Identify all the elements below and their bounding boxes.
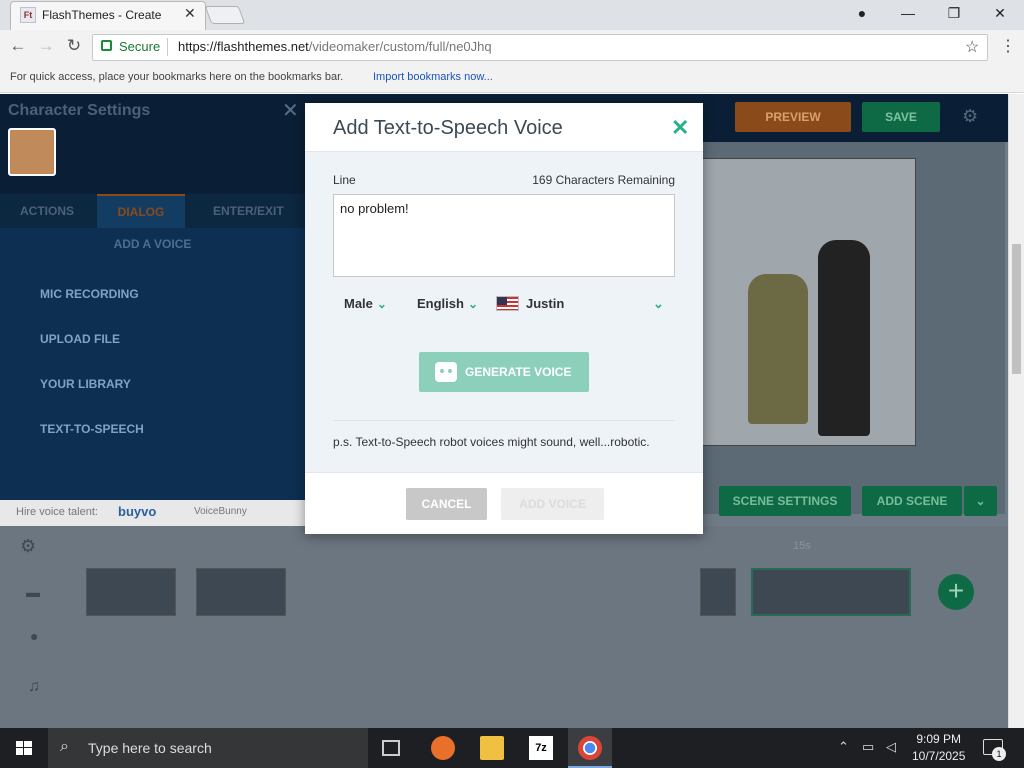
video-track-icon: ▬ [26, 584, 40, 600]
characters-remaining: 169 Characters Remaining [532, 173, 675, 187]
close-window-button[interactable]: ✕ [990, 5, 1010, 22]
add-voice-button[interactable]: ADD VOICE [501, 488, 604, 520]
avatar [8, 128, 56, 176]
firefox-icon[interactable] [431, 736, 455, 760]
cancel-button[interactable]: CANCEL [406, 488, 487, 520]
divider [167, 38, 168, 56]
start-button[interactable] [0, 728, 48, 768]
back-icon[interactable]: ← [8, 36, 28, 56]
windows-icon [16, 741, 32, 755]
gender-value: Male [344, 296, 373, 311]
7zip-icon[interactable]: 7z [529, 736, 553, 760]
scene-thumbnail-selected[interactable] [751, 568, 911, 616]
url-text[interactable]: https://flashthemes.net/videomaker/custo… [178, 39, 492, 54]
network-icon[interactable]: ▭ [862, 739, 874, 755]
preview-button[interactable]: PREVIEW [735, 102, 851, 132]
menu-icon[interactable]: ⋮ [1000, 36, 1016, 56]
bookmarks-hint: For quick access, place your bookmarks h… [10, 71, 344, 83]
tts-modal: Add Text-to-Speech Voice ✕ Line 169 Char… [305, 103, 703, 534]
line-label: Line [333, 173, 356, 187]
tab-title: FlashThemes - Create [42, 8, 162, 22]
add-voice-heading: ADD A VOICE [113, 237, 192, 251]
time: 9:09 PM [916, 732, 962, 746]
search-icon: ⌕ [60, 738, 69, 755]
tab-dialog[interactable]: DIALOG [97, 194, 185, 228]
line-textarea[interactable]: no problem! [333, 194, 675, 277]
reload-icon[interactable]: ↻ [64, 36, 84, 56]
panel-close-icon[interactable]: ✕ [282, 98, 299, 123]
scrollbar-thumb[interactable] [1012, 244, 1021, 374]
scene-thumbnail[interactable] [700, 568, 736, 616]
modal-header: Add Text-to-Speech Voice ✕ [305, 103, 703, 152]
chevron-up-icon[interactable]: ⌃ [838, 739, 849, 755]
partner-voicebunny[interactable]: VoiceBunny [194, 506, 247, 517]
secure-label: Secure [119, 39, 161, 54]
modal-footer: CANCEL ADD VOICE [305, 472, 703, 534]
new-tab-button[interactable] [204, 6, 246, 24]
scene-thumbnail[interactable] [86, 568, 176, 616]
notification-count: 1 [992, 747, 1006, 761]
save-button[interactable]: SAVE [862, 102, 940, 132]
date: 10/7/2025 [912, 749, 966, 763]
minimize-button[interactable]: — [898, 5, 918, 21]
chrome-icon[interactable] [578, 736, 602, 760]
volume-muted-icon[interactable]: ◁ [886, 739, 896, 755]
tab-close-icon[interactable]: ✕ [184, 5, 196, 22]
modal-title: Add Text-to-Speech Voice [333, 117, 563, 139]
profile-icon[interactable]: ● [852, 5, 872, 21]
partner-buyvo[interactable]: buyvo [118, 504, 156, 519]
timeline-gear-icon[interactable]: ⚙ [20, 536, 36, 557]
search-placeholder: Type here to search [88, 740, 212, 756]
us-flag-icon [496, 296, 519, 311]
panel-title: Character Settings [8, 102, 151, 119]
voice-select-value[interactable]: Justin [526, 296, 564, 311]
url-path: /videomaker/custom/full/ne0Jhq [308, 39, 492, 54]
character-settings-panel: Character Settings ✕ ACTIONS DIALOG ENTE… [0, 94, 305, 526]
tab-actions[interactable]: ACTIONS [20, 204, 74, 218]
scene-settings-button[interactable]: SCENE SETTINGS [719, 486, 851, 516]
page-scrollbar[interactable] [1008, 94, 1024, 728]
modal-close-icon[interactable]: ✕ [671, 115, 689, 141]
bookmark-star-icon[interactable]: ☆ [965, 37, 979, 57]
mic-track-icon: ● [30, 628, 39, 644]
task-view-icon[interactable] [382, 740, 400, 756]
character-suit[interactable] [818, 240, 870, 436]
robot-icon [435, 362, 457, 382]
timeline-marker: 15s [793, 540, 811, 552]
chevron-down-icon: ⌄ [376, 297, 387, 311]
voice-dropdown-chevron-icon[interactable]: ⌄ [653, 296, 664, 312]
lock-icon [101, 40, 112, 51]
scene-thumbnail[interactable] [196, 568, 286, 616]
voice-option-library[interactable]: YOUR LIBRARY [40, 377, 131, 391]
tab-enter-exit[interactable]: ENTER/EXIT [213, 204, 284, 218]
add-scene-dropdown-icon[interactable]: ⌄ [964, 486, 997, 516]
maximize-button[interactable]: ❐ [944, 5, 964, 22]
chevron-down-icon: ⌄ [467, 297, 479, 311]
file-explorer-icon[interactable] [480, 736, 504, 760]
music-track-icon: ♫ [28, 678, 40, 695]
voice-option-mic[interactable]: MIC RECORDING [40, 287, 139, 301]
add-scene-plus-icon[interactable]: + [938, 574, 974, 610]
settings-gear-icon[interactable]: ⚙ [962, 106, 978, 127]
url-prefix: https://flashthemes.net [178, 39, 309, 54]
add-scene-button[interactable]: ADD SCENE [862, 486, 962, 516]
disclaimer-text: p.s. Text-to-Speech robot voices might s… [333, 435, 650, 449]
modal-body: Line 169 Characters Remaining no problem… [305, 152, 703, 472]
character-soldier[interactable] [748, 274, 808, 424]
voice-option-tts[interactable]: TEXT-TO-SPEECH [40, 422, 144, 436]
forward-icon[interactable]: → [36, 36, 56, 56]
language-select[interactable]: English ⌄ [417, 296, 478, 311]
gender-select[interactable]: Male ⌄ [344, 296, 387, 311]
hire-label: Hire voice talent: [16, 506, 98, 518]
language-value: English [417, 296, 464, 311]
clock[interactable]: 9:09 PM 10/7/2025 [912, 731, 965, 765]
favicon-icon: Ft [20, 7, 36, 23]
timeline [0, 526, 1008, 728]
voice-option-upload[interactable]: UPLOAD FILE [40, 332, 120, 346]
divider [333, 420, 675, 421]
import-bookmarks-link[interactable]: Import bookmarks now... [373, 71, 493, 83]
